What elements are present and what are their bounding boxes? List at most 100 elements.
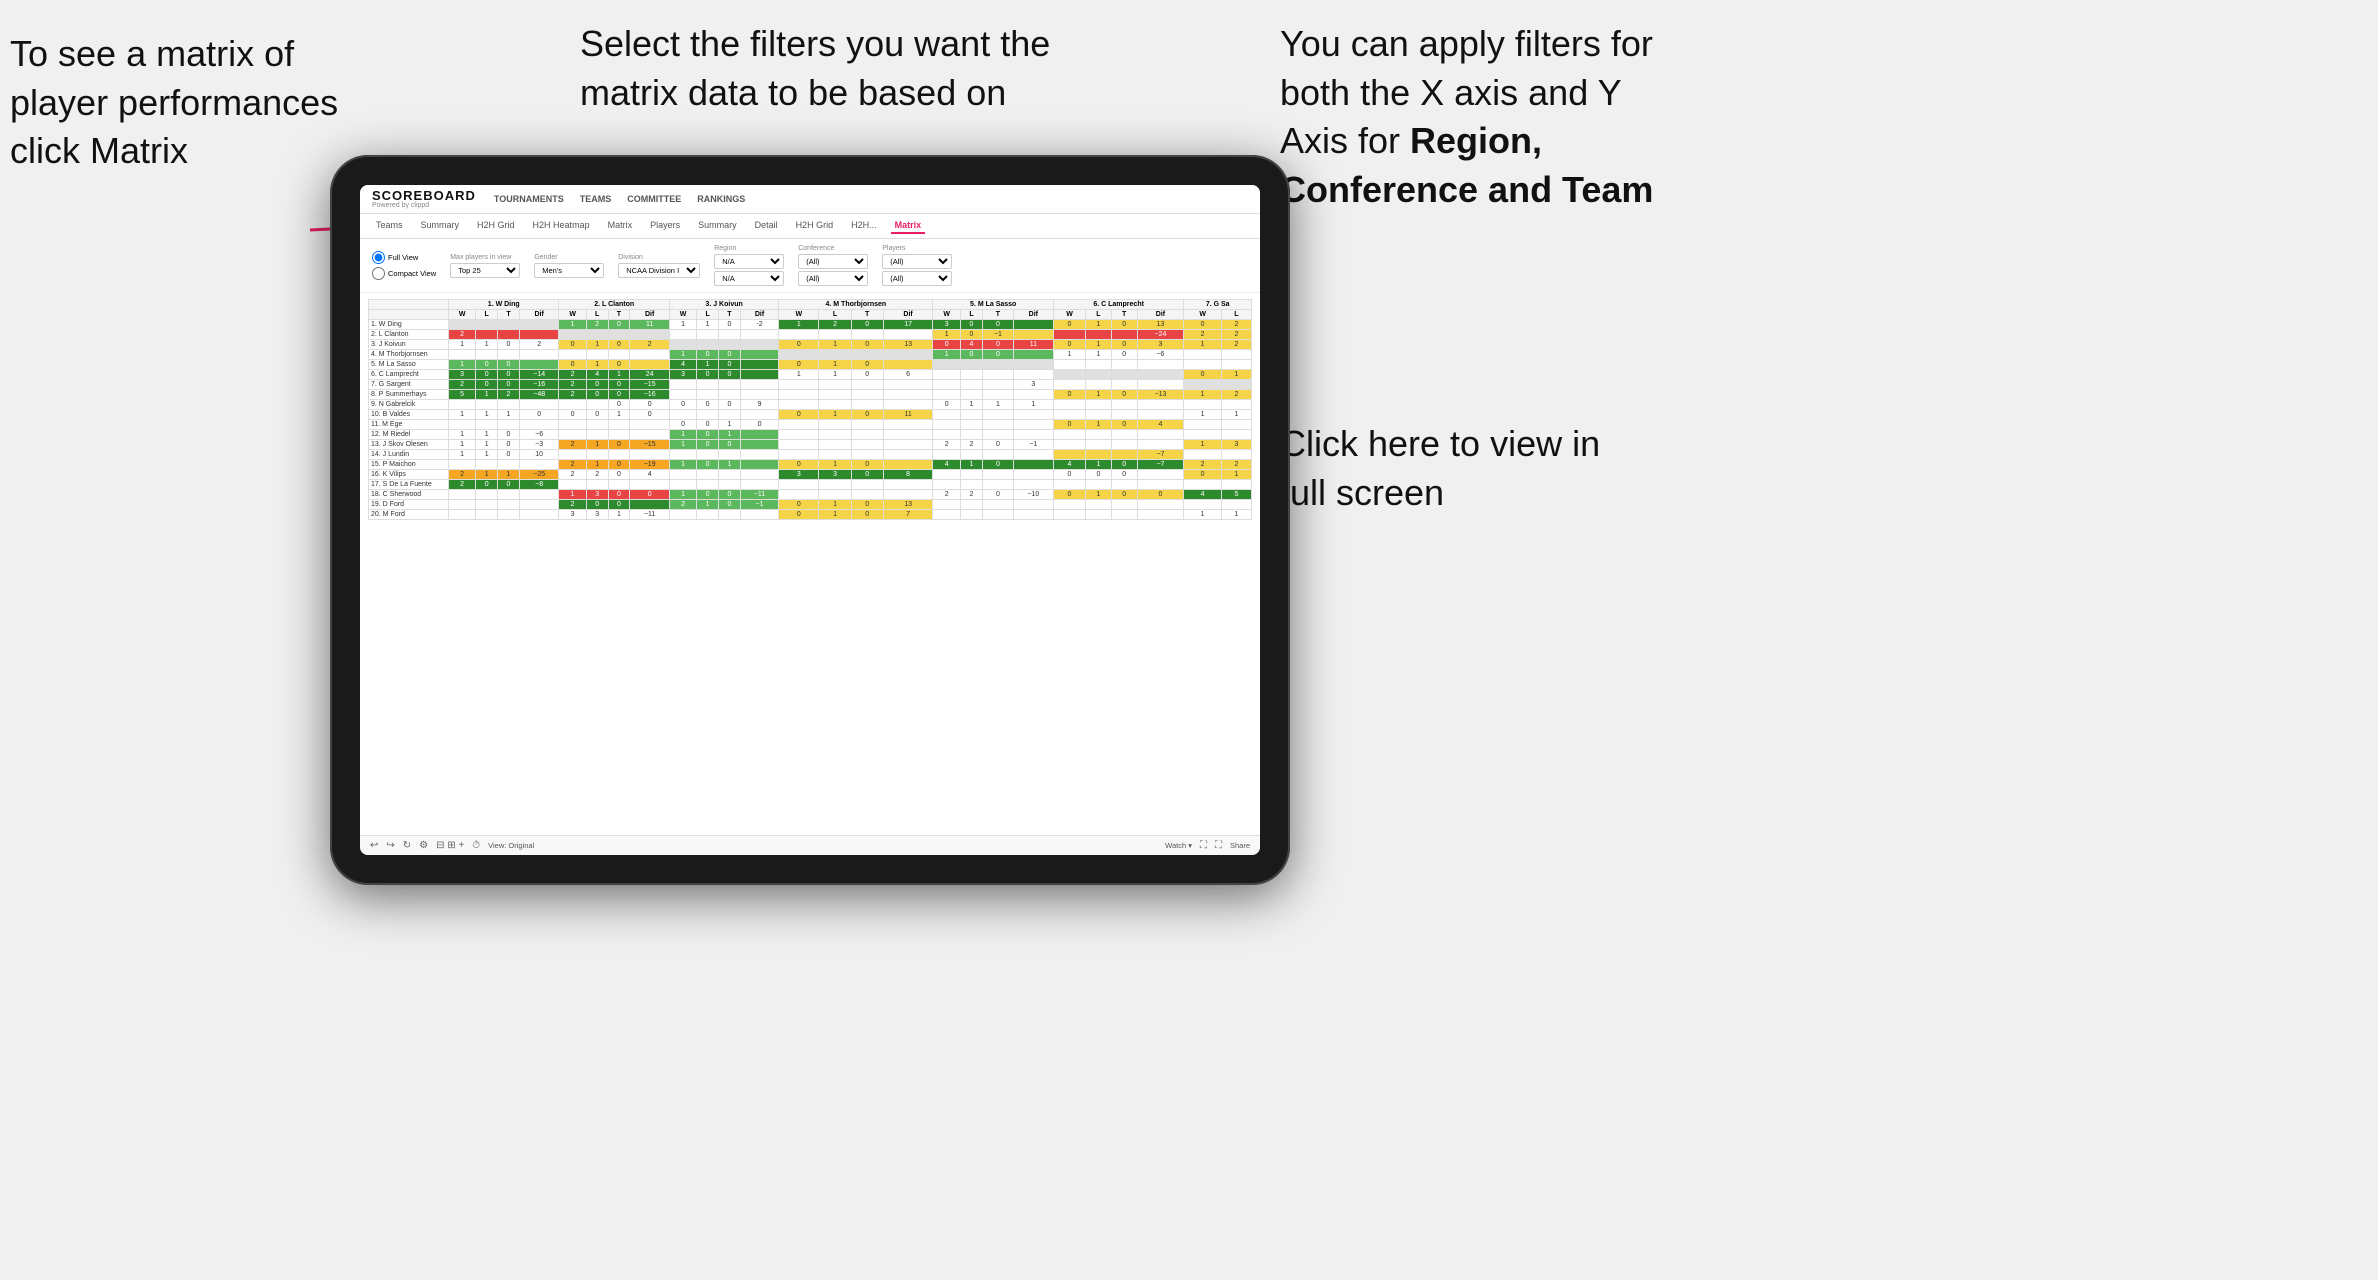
cell-r15-c4-1	[961, 470, 983, 480]
cell-r5-c3-2: 0	[851, 370, 883, 380]
cell-r3-c4-1: 0	[961, 350, 983, 360]
nav-tournaments[interactable]: TOURNAMENTS	[494, 194, 564, 204]
cell-r13-c4-3	[1013, 450, 1053, 460]
undo-button[interactable]: ↩	[370, 840, 378, 851]
cell-r19-c3-3: 7	[883, 510, 933, 520]
screen-options[interactable]: ⛶	[1200, 840, 1207, 851]
annotation-filters-text: Select the filters you want the matrix d…	[580, 23, 1050, 113]
cell-r5-c2-3	[740, 370, 778, 380]
cell-r7-c2-2	[719, 390, 741, 400]
compact-view-radio[interactable]	[372, 267, 385, 280]
cell-r4-c3-0: 0	[779, 360, 819, 370]
subnav-matrix[interactable]: Matrix	[604, 218, 637, 234]
cell-r6-c1-2: 0	[608, 380, 630, 390]
players-select[interactable]: (All)	[882, 254, 952, 269]
cell-r8-c2-0: 0	[669, 400, 696, 410]
cell-r16-c0-3: −8	[519, 480, 559, 490]
refresh-button[interactable]: ↻	[403, 840, 411, 851]
subnav-h2h-grid2[interactable]: H2H Grid	[792, 218, 838, 234]
timer-button[interactable]: ⏱	[472, 840, 480, 851]
cell-r13-c5-0	[1053, 450, 1085, 460]
cell-r9-c2-1	[697, 410, 719, 420]
cell-r9-c6-0: 1	[1184, 410, 1221, 420]
cell-r15-c1-0: 2	[559, 470, 586, 480]
fullscreen-button[interactable]: ⛶	[1215, 840, 1222, 851]
gender-select[interactable]: Men's	[534, 263, 604, 278]
player-name-9: 10. B Valdes	[369, 410, 449, 420]
cell-r16-c6-0	[1184, 480, 1221, 490]
cell-r10-c1-2	[608, 420, 630, 430]
subnav-h2h-grid[interactable]: H2H Grid	[473, 218, 519, 234]
compact-view-label[interactable]: Compact View	[372, 267, 436, 280]
cell-r1-c6-1: 2	[1221, 330, 1251, 340]
cell-r16-c0-1: 0	[476, 480, 498, 490]
settings-button[interactable]: ⚙	[419, 840, 428, 851]
region-select[interactable]: N/A	[714, 254, 784, 269]
division-select[interactable]: NCAA Division I	[618, 263, 700, 278]
cell-r12-c5-1	[1086, 440, 1112, 450]
cell-r17-c3-3	[883, 490, 933, 500]
share-button[interactable]: Share	[1230, 841, 1250, 850]
subnav-matrix-active[interactable]: Matrix	[891, 218, 926, 234]
cell-r12-c0-1: 1	[476, 440, 498, 450]
subnav-h2h2[interactable]: H2H...	[847, 218, 881, 234]
cell-r14-c6-0: 2	[1184, 460, 1221, 470]
watch-button[interactable]: Watch ▾	[1165, 841, 1192, 850]
cell-r6-c5-2	[1111, 380, 1137, 390]
cell-r7-c2-3	[740, 390, 778, 400]
sub-col-t4: T	[851, 310, 883, 320]
cell-r5-c4-0	[933, 370, 961, 380]
player-name-16: 17. S De La Fuente	[369, 480, 449, 490]
subnav-summary2[interactable]: Summary	[694, 218, 741, 234]
cell-r4-c2-0: 4	[669, 360, 696, 370]
cell-r11-c2-2: 1	[719, 430, 741, 440]
players-filter: Players (All) (All)	[882, 245, 952, 286]
cell-r10-c4-1	[961, 420, 983, 430]
cell-r7-c4-0	[933, 390, 961, 400]
cell-r2-c3-2: 0	[851, 340, 883, 350]
subnav-teams[interactable]: Teams	[372, 218, 407, 234]
cell-r10-c2-2: 1	[719, 420, 741, 430]
cell-r7-c3-1	[819, 390, 851, 400]
subnav-h2h-heatmap[interactable]: H2H Heatmap	[529, 218, 594, 234]
cell-r9-c5-3	[1137, 410, 1184, 420]
cell-r10-c6-0	[1184, 420, 1221, 430]
full-view-radio[interactable]	[372, 251, 385, 264]
cell-r8-c2-1: 0	[697, 400, 719, 410]
cell-r0-c4-1: 0	[961, 320, 983, 330]
subnav-players[interactable]: Players	[646, 218, 684, 234]
matrix-content[interactable]: 1. W Ding 2. L Clanton 3. J Koivun 4. M …	[360, 293, 1260, 835]
player-name-1: 2. L Clanton	[369, 330, 449, 340]
cell-r13-c0-0: 1	[449, 450, 476, 460]
full-view-label[interactable]: Full View	[372, 251, 436, 264]
nav-teams[interactable]: TEAMS	[580, 194, 612, 204]
region-select2[interactable]: N/A	[714, 271, 784, 286]
redo-button[interactable]: ↪	[386, 840, 394, 851]
players-select2[interactable]: (All)	[882, 271, 952, 286]
cell-r9-c0-3: 0	[519, 410, 559, 420]
cell-r15-c0-2: 1	[498, 470, 520, 480]
cell-r1-c2-1	[697, 330, 719, 340]
cell-r10-c3-2	[851, 420, 883, 430]
cell-r1-c3-2	[851, 330, 883, 340]
cell-r17-c1-0: 1	[559, 490, 586, 500]
max-players-select[interactable]: Top 25	[450, 263, 520, 278]
subnav-detail[interactable]: Detail	[751, 218, 782, 234]
nav-committee[interactable]: COMMITTEE	[627, 194, 681, 204]
conference-select2[interactable]: (All)	[798, 271, 868, 286]
cell-r11-c5-1	[1086, 430, 1112, 440]
zoom-controls[interactable]: ⊟ ⊞ +	[436, 840, 464, 851]
cell-r7-c6-0: 1	[1184, 390, 1221, 400]
conference-select[interactable]: (All)	[798, 254, 868, 269]
subnav-summary[interactable]: Summary	[417, 218, 464, 234]
cell-r6-c4-1	[961, 380, 983, 390]
cell-r10-c4-2	[983, 420, 1014, 430]
nav-rankings[interactable]: RANKINGS	[697, 194, 745, 204]
cell-r6-c2-1	[697, 380, 719, 390]
cell-r16-c4-3	[1013, 480, 1053, 490]
sub-col-w5: W	[933, 310, 961, 320]
cell-r8-c3-0	[779, 400, 819, 410]
cell-r11-c2-3	[740, 430, 778, 440]
cell-r10-c2-1: 0	[697, 420, 719, 430]
cell-r9-c3-1: 1	[819, 410, 851, 420]
